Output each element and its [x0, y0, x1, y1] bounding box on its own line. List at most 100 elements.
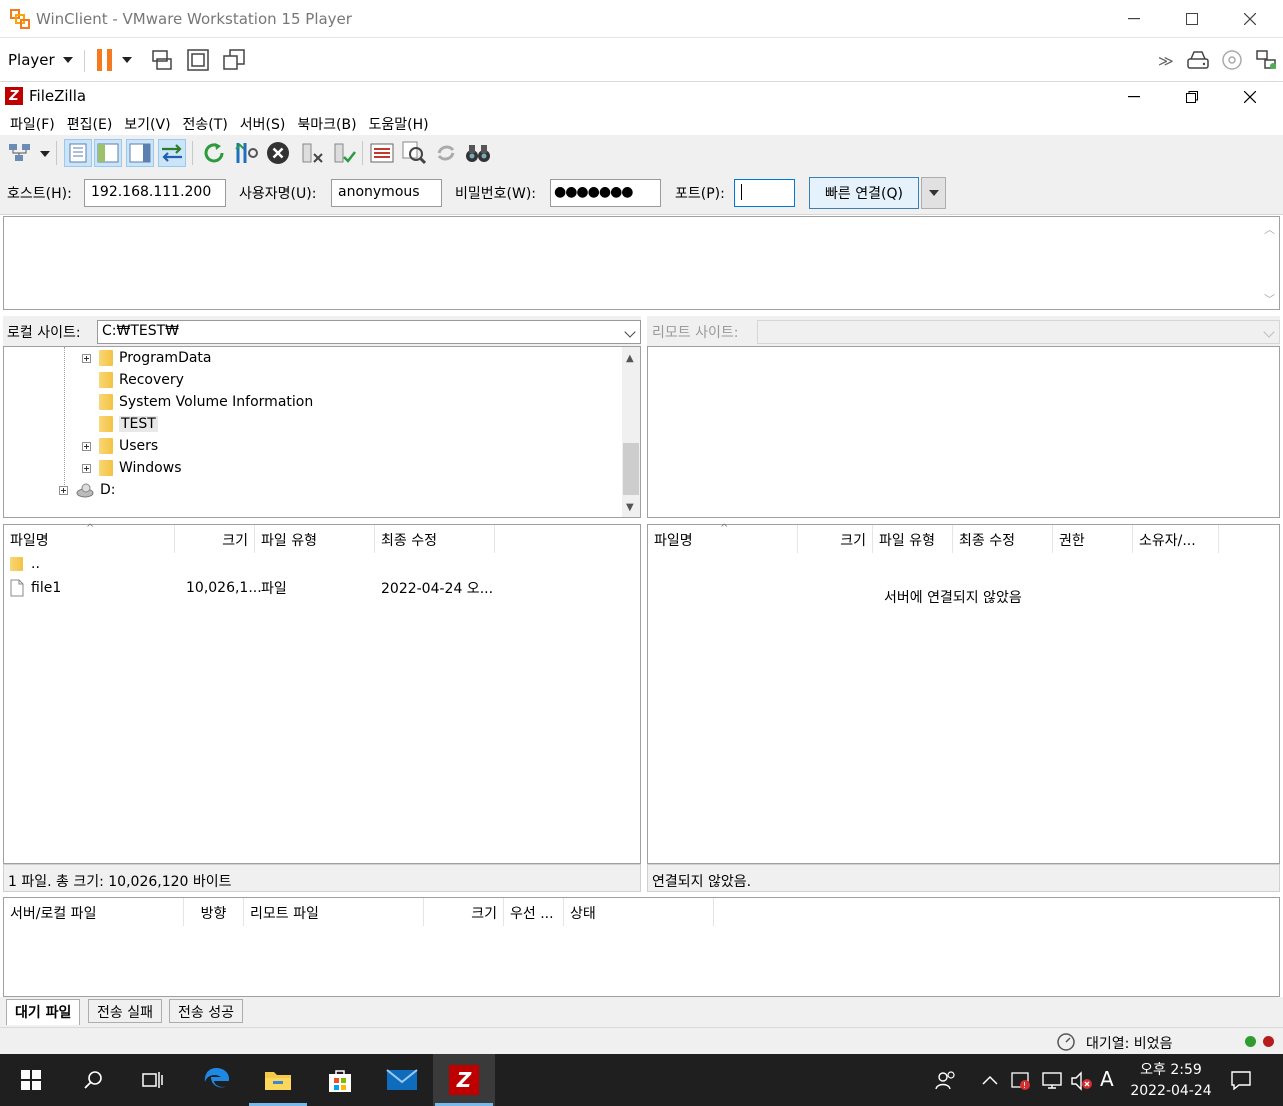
ime-indicator[interactable]: A: [1100, 1067, 1114, 1091]
filezilla-restore-button[interactable]: [1169, 79, 1215, 115]
filezilla-close-button[interactable]: [1227, 79, 1273, 115]
refresh-button[interactable]: [200, 139, 228, 167]
scroll-up-icon[interactable]: ︿: [1264, 221, 1275, 237]
tree-item-windows[interactable]: Windows: [82, 457, 182, 479]
column-header-type[interactable]: 파일 유형: [255, 525, 375, 553]
column-header-priority[interactable]: 우선 ...: [504, 898, 564, 926]
file-explorer-app-button[interactable]: [247, 1054, 309, 1106]
task-view-button[interactable]: [122, 1054, 184, 1106]
toggle-remote-tree-button[interactable]: [126, 139, 154, 167]
password-input[interactable]: ●●●●●●●: [550, 179, 661, 207]
column-header-size[interactable]: 크기: [424, 898, 504, 926]
menu-view[interactable]: 보기(V): [118, 111, 176, 135]
more-devices-icon[interactable]: ≫: [1158, 52, 1174, 70]
remote-directory-tree[interactable]: [647, 346, 1280, 518]
tree-item-system-volume-information[interactable]: System Volume Information: [99, 391, 313, 413]
menu-help[interactable]: 도움말(H): [363, 111, 435, 135]
fullscreen-button[interactable]: [186, 48, 210, 72]
expand-icon[interactable]: [82, 441, 91, 451]
column-header-remote-file[interactable]: 리모트 파일: [244, 898, 424, 926]
column-header-size[interactable]: 크기: [175, 525, 255, 553]
host-input[interactable]: 192.168.111.200: [84, 179, 226, 207]
scrollbar-thumb[interactable]: [623, 443, 639, 495]
store-app-button[interactable]: [309, 1054, 371, 1106]
volume-muted-icon[interactable]: [1070, 1070, 1094, 1092]
chevron-down-icon[interactable]: [40, 151, 50, 157]
scroll-down-icon[interactable]: ﹀: [1264, 291, 1275, 307]
column-header-filename[interactable]: 파일명: [648, 525, 798, 553]
column-header-type[interactable]: 파일 유형: [873, 525, 953, 553]
reconnect-button[interactable]: [330, 139, 358, 167]
scroll-down-icon[interactable]: ▼: [626, 502, 634, 513]
expand-icon[interactable]: [82, 463, 91, 473]
people-icon[interactable]: [935, 1071, 957, 1091]
tab-failed-transfers[interactable]: 전송 실패: [88, 999, 162, 1023]
scroll-up-icon[interactable]: ▲: [626, 353, 634, 364]
menu-bookmarks[interactable]: 북마크(B): [291, 111, 362, 135]
transfer-queue[interactable]: 서버/로컬 파일 방향 리모트 파일 크기 우선 ... 상태: [3, 897, 1280, 997]
menu-server[interactable]: 서버(S): [234, 111, 292, 135]
filezilla-app-button[interactable]: Z: [433, 1054, 495, 1106]
quickconnect-history-dropdown[interactable]: [921, 177, 946, 209]
security-alert-icon[interactable]: !: [1010, 1069, 1032, 1091]
search-button[interactable]: [62, 1054, 124, 1106]
tree-item-test[interactable]: TEST: [99, 413, 158, 435]
file-row-file1[interactable]: file1 10,026,1... 파일 2022-04-24 오...: [10, 577, 640, 599]
local-directory-tree[interactable]: ProgramData Recovery System Volume Infor…: [3, 346, 641, 518]
tree-item-programdata[interactable]: ProgramData: [82, 347, 212, 369]
disconnect-button[interactable]: [298, 139, 326, 167]
expand-icon[interactable]: [59, 485, 68, 495]
process-queue-button[interactable]: [232, 139, 260, 167]
hard-disk-icon[interactable]: [1186, 48, 1210, 72]
menu-file[interactable]: 파일(F): [4, 111, 61, 135]
column-header-direction[interactable]: 방향: [184, 898, 244, 926]
column-header-server-local-file[interactable]: 서버/로컬 파일: [4, 898, 184, 926]
notification-center-icon[interactable]: [1230, 1070, 1252, 1090]
unity-button[interactable]: [222, 48, 246, 72]
network-tray-icon[interactable]: [1041, 1070, 1063, 1090]
cd-drive-icon[interactable]: [1220, 48, 1244, 72]
file-row-parent[interactable]: ..: [10, 553, 40, 575]
expand-icon[interactable]: [82, 353, 91, 363]
tree-item-users[interactable]: Users: [82, 435, 158, 457]
filezilla-minimize-button[interactable]: [1111, 79, 1157, 115]
column-header-modified[interactable]: 최종 수정: [953, 525, 1053, 553]
start-button[interactable]: [0, 1054, 62, 1106]
vmware-maximize-button[interactable]: [1169, 1, 1215, 37]
remote-file-list[interactable]: ^ 파일명 크기 파일 유형 최종 수정 권한 소유자/... 서버에 연결되지…: [647, 523, 1280, 864]
tree-scrollbar[interactable]: ▲ ▼: [622, 347, 640, 517]
tab-queued-files[interactable]: 대기 파일: [6, 999, 81, 1025]
search-remote-files-button[interactable]: [464, 139, 492, 167]
column-header-modified[interactable]: 최종 수정: [375, 525, 495, 553]
site-manager-button[interactable]: [6, 139, 34, 167]
local-site-path-combo[interactable]: C:₩TEST₩: [97, 320, 641, 344]
username-input[interactable]: anonymous: [331, 179, 442, 207]
column-header-permissions[interactable]: 권한: [1053, 525, 1133, 553]
edge-app-button[interactable]: [185, 1054, 247, 1106]
tab-successful-transfers[interactable]: 전송 성공: [169, 999, 243, 1023]
player-menu-button[interactable]: Player: [8, 48, 73, 72]
port-input[interactable]: [734, 179, 795, 207]
message-log[interactable]: ︿ ﹀: [3, 216, 1280, 310]
column-header-owner[interactable]: 소유자/...: [1133, 525, 1219, 553]
quickconnect-button[interactable]: 빠른 연결(Q): [809, 177, 919, 209]
toggle-transfer-queue-button[interactable]: [158, 139, 186, 167]
column-header-status[interactable]: 상태: [564, 898, 714, 926]
network-adapter-icon[interactable]: [1254, 48, 1278, 72]
menu-transfer[interactable]: 전송(T): [177, 111, 234, 135]
vmware-close-button[interactable]: [1227, 1, 1273, 37]
vmware-minimize-button[interactable]: [1111, 1, 1157, 37]
toggle-message-log-button[interactable]: [64, 139, 92, 167]
system-clock[interactable]: 오후 2:59 2022-04-24: [1126, 1060, 1216, 1102]
pause-button[interactable]: [96, 48, 136, 72]
speed-limit-icon[interactable]: [1057, 1033, 1075, 1051]
column-header-size[interactable]: 크기: [798, 525, 873, 553]
menu-edit[interactable]: 편집(E): [61, 111, 119, 135]
show-hidden-icons-icon[interactable]: [982, 1074, 998, 1086]
compare-directories-button[interactable]: [400, 139, 428, 167]
directory-listing-filter-button[interactable]: [368, 139, 396, 167]
mail-app-button[interactable]: [371, 1054, 433, 1106]
sync-browsing-button[interactable]: [432, 139, 460, 167]
tree-item-recovery[interactable]: Recovery: [99, 369, 184, 391]
column-header-filename[interactable]: 파일명: [4, 525, 175, 553]
